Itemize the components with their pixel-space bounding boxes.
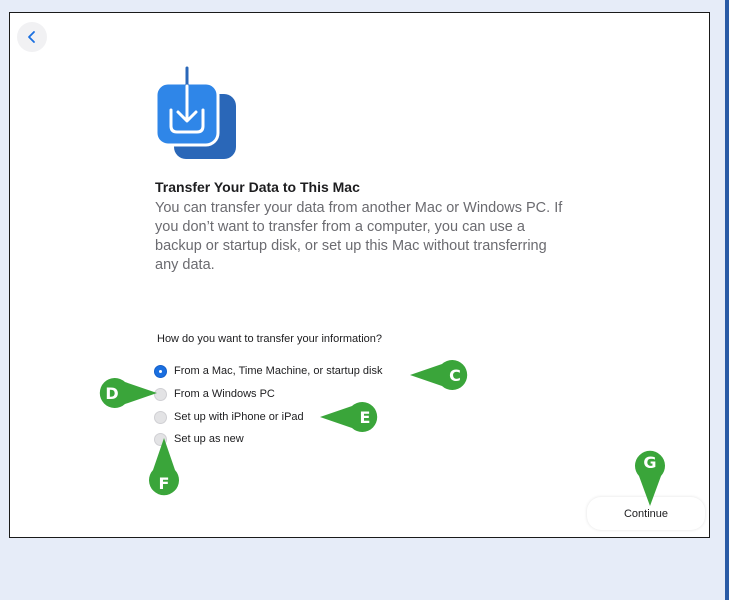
option-label: From a Windows PC [174, 388, 275, 400]
option-iphone-ipad[interactable]: Set up with iPhone or iPad [154, 409, 304, 425]
callout-d: D [99, 378, 157, 408]
callout-f-letter: F [159, 474, 170, 493]
option-label: From a Mac, Time Machine, or startup dis… [174, 365, 383, 377]
option-label: Set up with iPhone or iPad [174, 411, 304, 423]
callout-d-letter: D [105, 384, 118, 403]
option-label: Set up as new [174, 433, 244, 445]
option-from-windows-pc[interactable]: From a Windows PC [154, 386, 275, 402]
transfer-download-icon [154, 66, 236, 159]
callout-f: F [149, 438, 179, 496]
radio-button-selected[interactable] [154, 364, 167, 378]
transfer-question: How do you want to transfer your informa… [157, 333, 383, 345]
callout-c: C [410, 360, 468, 390]
back-button[interactable] [17, 22, 47, 52]
chevron-left-icon [28, 31, 35, 43]
callout-e-letter: E [360, 408, 371, 427]
page-title: Transfer Your Data to This Mac [155, 179, 360, 195]
callout-g-letter: G [643, 453, 656, 472]
callout-g: G [635, 450, 665, 506]
option-from-mac[interactable]: From a Mac, Time Machine, or startup dis… [154, 363, 382, 379]
callout-c-letter: C [449, 366, 461, 385]
page-description: You can transfer your data from another … [155, 200, 563, 273]
radio-button[interactable] [154, 410, 167, 424]
setup-window: Transfer Your Data to This Mac You can t… [9, 12, 710, 538]
callout-e: E [320, 402, 378, 432]
